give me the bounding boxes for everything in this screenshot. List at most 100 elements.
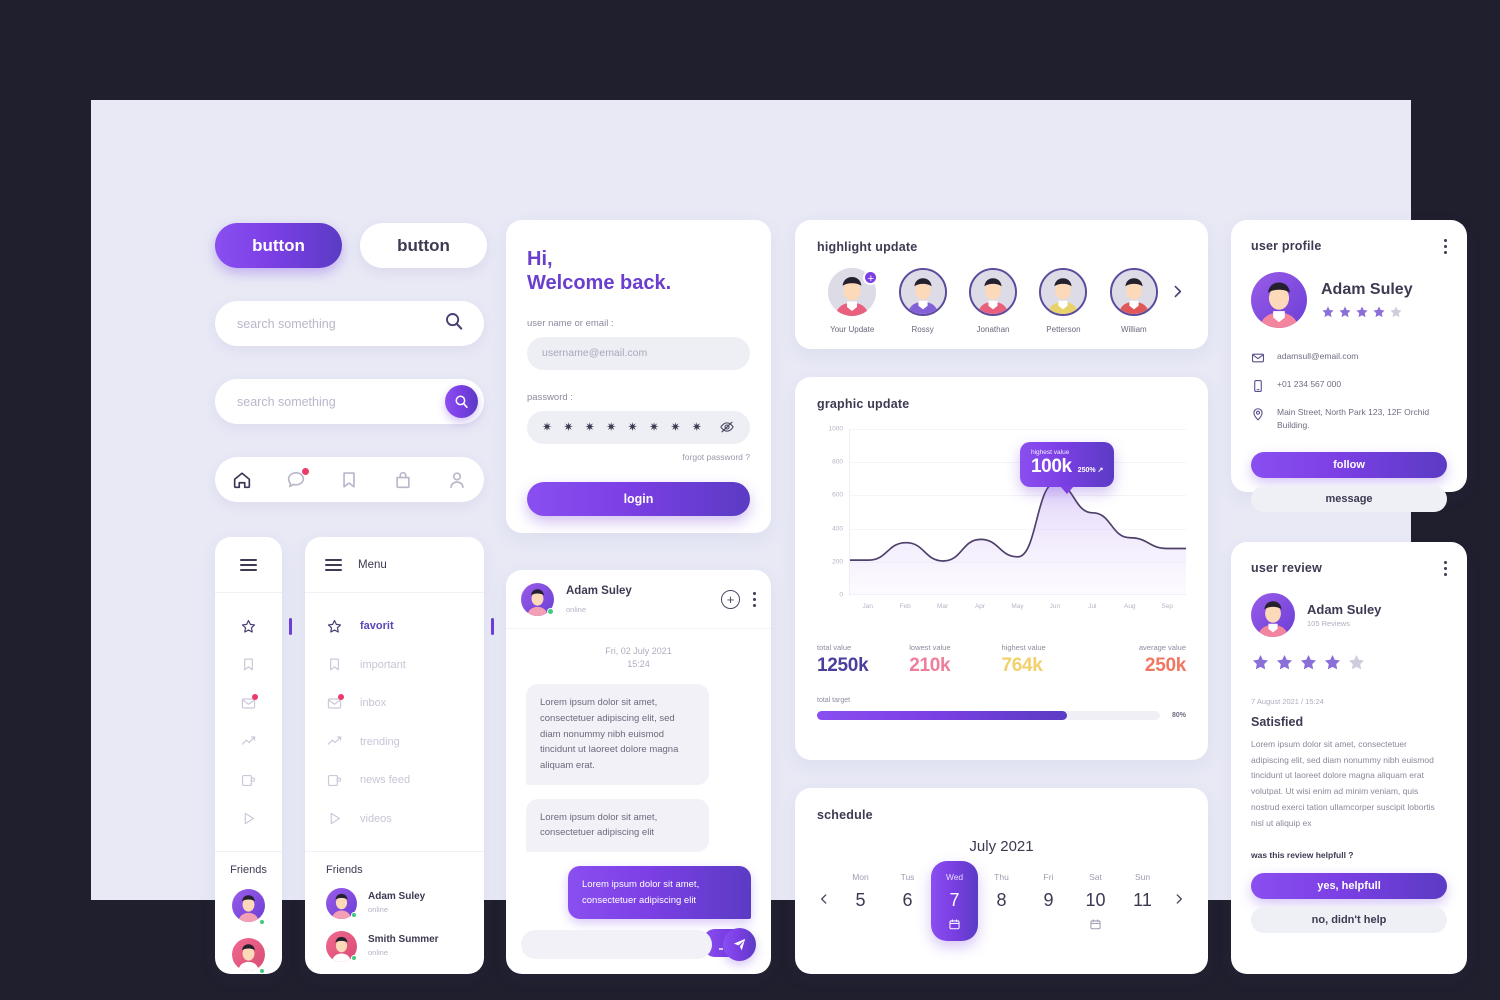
follow-button[interactable]: follow xyxy=(1251,451,1447,478)
x-tick: Jul xyxy=(1088,603,1097,610)
friend-row-0[interactable]: Adam Suley online xyxy=(326,888,484,919)
chat-message-out-0: Lorem ipsum dolor sit amet, consectetuer… xyxy=(568,865,751,920)
friend-status: online xyxy=(368,947,389,957)
highlight-item-william[interactable]: William xyxy=(1099,268,1169,334)
prev-week-icon[interactable] xyxy=(817,889,831,913)
sidebar-item-important[interactable]: important xyxy=(326,646,484,685)
chat-message-input[interactable] xyxy=(521,929,712,959)
sidebar-item-inbox[interactable] xyxy=(215,684,282,723)
username-input[interactable] xyxy=(542,347,735,360)
review-rating[interactable] xyxy=(1251,653,1447,672)
review-no-button[interactable]: no, didn't help xyxy=(1251,907,1447,934)
y-tick: 200 xyxy=(832,558,843,566)
schedule-day-wed[interactable]: Wed 7 xyxy=(931,861,978,941)
highlight-next-icon[interactable] xyxy=(1169,283,1186,305)
day-number: 6 xyxy=(902,890,913,910)
primary-button[interactable]: button xyxy=(215,223,342,268)
search-icon[interactable] xyxy=(444,311,464,336)
day-number: 9 xyxy=(1043,890,1054,910)
sidebar-item-important[interactable] xyxy=(215,646,282,685)
sidebar-item-videos[interactable] xyxy=(215,800,282,839)
profile-icon[interactable] xyxy=(446,469,468,491)
highlight-item-rossy[interactable]: Rossy xyxy=(887,268,957,334)
search-button-icon[interactable] xyxy=(445,385,478,418)
hamburger-icon[interactable] xyxy=(325,558,342,571)
stat-average-value: average value 250k xyxy=(1094,643,1186,677)
x-tick: Sep xyxy=(1161,603,1173,610)
bag-icon[interactable] xyxy=(392,469,414,491)
search-input-plain[interactable] xyxy=(237,316,444,331)
bookmark-icon[interactable] xyxy=(338,469,360,491)
schedule-day-mon[interactable]: Mon 5 xyxy=(837,861,884,941)
review-more-icon[interactable] xyxy=(1444,561,1447,576)
chat-header: Adam Suley online + xyxy=(506,570,771,629)
friend-row-1[interactable]: Smith Summer online xyxy=(326,931,484,962)
send-icon[interactable] xyxy=(723,927,756,961)
schedule-day-sun[interactable]: Sun 11 xyxy=(1119,861,1166,941)
chat-contact: Adam Suley online xyxy=(566,581,721,617)
tooltip-pointer xyxy=(1060,486,1075,494)
schedule-title: schedule xyxy=(817,808,873,822)
highlight-item-your-update[interactable]: + Your Update xyxy=(817,268,887,334)
home-icon[interactable] xyxy=(231,469,253,491)
friend-avatar-0[interactable] xyxy=(232,889,265,927)
search-input-filled[interactable] xyxy=(237,394,445,409)
sidebar-item-videos[interactable]: videos xyxy=(326,800,484,839)
forgot-password-link[interactable]: forgot password ? xyxy=(527,452,750,462)
sidebar-item-trending[interactable] xyxy=(215,723,282,762)
online-dot xyxy=(259,919,265,925)
login-button[interactable]: login xyxy=(527,481,750,516)
review-author-meta: Adam Suley 105 Reviews xyxy=(1307,602,1381,628)
sidebar-item-news-feed[interactable]: news feed xyxy=(326,761,484,800)
friend-avatar-1[interactable] xyxy=(232,938,265,976)
search-bar-filled[interactable] xyxy=(215,379,484,424)
chat-date-separator: Fri, 02 July 2021 15:24 xyxy=(506,645,771,670)
y-tick: 0 xyxy=(839,591,843,599)
chat-badge xyxy=(301,467,309,475)
location-icon xyxy=(1251,407,1265,421)
tooltip-delta: 250% ↗ xyxy=(1077,467,1104,474)
sidebar-item-news-feed[interactable] xyxy=(215,761,282,800)
avatar xyxy=(1251,272,1307,328)
profile-address: Main Street, North Park 123, 12F Orchid … xyxy=(1277,407,1430,430)
sidebar-item-favorit[interactable]: favorit xyxy=(326,607,494,646)
highlight-item-jonathan[interactable]: Jonathan xyxy=(958,268,1028,334)
user-profile-card: user profile Adam Suley adamsull@email.c… xyxy=(1231,220,1467,512)
stat-total-value: total value 1250k xyxy=(817,643,909,677)
schedule-day-sat[interactable]: Sat 10 xyxy=(1072,861,1119,941)
schedule-day-fri[interactable]: Fri 9 xyxy=(1025,861,1072,941)
progress-track[interactable] xyxy=(817,711,1160,720)
schedule-day-tus[interactable]: Tus 6 xyxy=(884,861,931,941)
profile-more-icon[interactable] xyxy=(1444,239,1447,254)
message-button[interactable]: message xyxy=(1251,485,1447,512)
chat-icon[interactable] xyxy=(285,467,309,491)
username-field[interactable] xyxy=(527,336,750,370)
chat-message-in-1: Lorem ipsum dolor sit amet, consectetuer… xyxy=(526,798,709,852)
add-icon[interactable]: + xyxy=(721,589,740,609)
stat-label: highest value xyxy=(1001,643,1046,652)
secondary-button[interactable]: button xyxy=(360,223,487,268)
schedule-day-thu[interactable]: Thu 8 xyxy=(978,861,1025,941)
graphic-update-card: graphic update 1000 800 600 400 200 0 Ja… xyxy=(795,377,1208,760)
review-author: Adam Suley 105 Reviews xyxy=(1251,593,1447,637)
sidebar-item-favorit[interactable] xyxy=(215,607,292,646)
hamburger-icon[interactable] xyxy=(240,558,257,571)
chat-contact-status: online xyxy=(566,605,587,614)
login-greeting: Hi, Welcome back. xyxy=(527,247,750,296)
eye-off-icon[interactable] xyxy=(719,419,735,435)
friend-name-text: Smith Summer xyxy=(368,934,439,945)
password-field[interactable]: ✷ ✷ ✷ ✷ ✷ ✷ ✷ ✷ xyxy=(527,410,750,444)
profile-email-row: adamsull@email.com xyxy=(1251,350,1447,365)
highlight-item-label: Rossy xyxy=(911,325,934,334)
next-week-icon[interactable] xyxy=(1172,889,1186,913)
chat-more-icon[interactable] xyxy=(753,591,756,607)
phone-icon xyxy=(1251,379,1265,393)
profile-meta: Adam Suley xyxy=(1321,281,1413,319)
sidebar-item-inbox[interactable]: inbox xyxy=(326,684,484,723)
review-yes-button[interactable]: yes, helpfull xyxy=(1251,873,1447,900)
highlight-item-petterson[interactable]: Petterson xyxy=(1028,268,1098,334)
search-bar-plain[interactable] xyxy=(215,301,484,346)
day-number: 10 xyxy=(1085,890,1106,910)
sidebar-item-trending[interactable]: trending xyxy=(326,723,484,762)
password-masked-value: ✷ ✷ ✷ ✷ ✷ ✷ ✷ ✷ xyxy=(542,420,706,435)
